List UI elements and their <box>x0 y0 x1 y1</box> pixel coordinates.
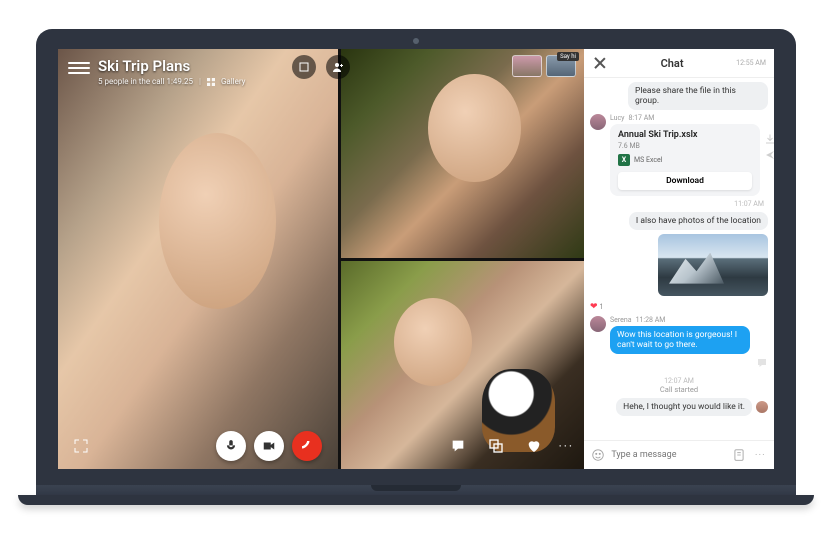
avatar[interactable] <box>590 114 606 130</box>
snapshot-button[interactable] <box>292 55 316 79</box>
top-center-controls <box>292 55 350 79</box>
chat-message-file: Lucy8:17 AM Annual Ski Trip.xslx 7.6 MB … <box>590 114 768 196</box>
file-size: 7.6 MB <box>618 142 752 150</box>
laptop-notch <box>371 485 461 491</box>
file-app-row: X MS Excel <box>618 154 752 166</box>
quote-icon[interactable] <box>756 354 768 373</box>
pip-badge: Say hi <box>557 52 579 61</box>
screen-bezel: Ski Trip Plans 5 people in the call 1:49… <box>36 29 796 485</box>
chat-composer: ··· <box>584 440 774 469</box>
file-attachment-card[interactable]: Annual Ski Trip.xslx 7.6 MB X MS Excel D… <box>610 124 760 196</box>
call-topbar: Ski Trip Plans 5 people in the call 1:49… <box>68 57 245 86</box>
fullscreen-button[interactable] <box>68 433 94 459</box>
message-bubble: I also have photos of the location <box>629 212 768 230</box>
file-name: Annual Ski Trip.xslx <box>618 130 752 140</box>
message-meta: Serena11:28 AM <box>610 316 768 324</box>
call-subtitle: 5 people in the call 1:49.25 | Gallery <box>98 77 245 86</box>
pip-thumb-self[interactable]: Say hi <box>546 55 576 77</box>
message-bubble: Hehe, I thought you would like it. <box>616 398 752 416</box>
more-options-button[interactable]: ··· <box>559 439 574 453</box>
read-receipt-avatar <box>756 401 768 413</box>
composer-more-button[interactable]: ··· <box>753 446 768 464</box>
pip-thumbnails: Say hi <box>512 55 576 77</box>
video-toggle-button[interactable] <box>254 431 284 461</box>
reaction-row[interactable]: ❤1 <box>590 302 768 312</box>
end-call-button[interactable] <box>292 431 322 461</box>
app-screen: Ski Trip Plans 5 people in the call 1:49… <box>58 49 774 469</box>
attach-button[interactable] <box>731 446 746 464</box>
chat-messages: Please share the file in this group. Luc… <box>584 78 774 440</box>
call-controls-bar: ··· <box>58 431 584 461</box>
laptop-base <box>36 485 796 505</box>
call-title: Ski Trip Plans <box>98 57 245 75</box>
forward-file-icon[interactable] <box>764 146 774 158</box>
system-message: 12:07 AM Call started <box>590 377 768 394</box>
message-bubble: Wow this location is gorgeous! I can't w… <box>610 326 750 354</box>
chat-header: Chat 12:55 AM <box>584 49 774 78</box>
avatar[interactable] <box>590 316 606 332</box>
participant-tile-2[interactable] <box>341 49 584 258</box>
mute-button[interactable] <box>216 431 246 461</box>
chat-message: Hehe, I thought you would like it. <box>590 398 768 416</box>
chat-panel: Chat 12:55 AM Please share the file in t… <box>584 49 774 469</box>
video-call-area: Ski Trip Plans 5 people in the call 1:49… <box>58 49 584 469</box>
message-input[interactable] <box>611 450 725 460</box>
hamburger-menu-icon[interactable] <box>68 57 90 79</box>
open-chat-button[interactable] <box>445 433 471 459</box>
gallery-icon <box>207 78 215 86</box>
participant-tile-1[interactable] <box>58 49 338 469</box>
chat-title: Chat <box>608 57 736 70</box>
view-mode-label: Gallery <box>221 77 246 86</box>
save-file-icon[interactable] <box>764 130 774 142</box>
close-chat-button[interactable] <box>592 55 608 71</box>
chat-message: Please share the file in this group. <box>590 82 768 110</box>
laptop-frame: Ski Trip Plans 5 people in the call 1:49… <box>36 29 796 505</box>
react-heart-button[interactable] <box>521 433 547 459</box>
webcam-dot <box>413 38 419 44</box>
participant-grid <box>58 49 584 469</box>
message-meta: Lucy8:17 AM <box>610 114 768 122</box>
excel-icon: X <box>618 154 630 166</box>
call-participant-count: 5 people in the call 1:49.25 <box>98 77 193 86</box>
time-divider: 11:07 AM <box>590 200 768 208</box>
chat-header-time: 12:55 AM <box>736 59 766 67</box>
share-screen-button[interactable] <box>483 433 509 459</box>
image-attachment[interactable] <box>658 234 768 296</box>
download-button[interactable]: Download <box>618 172 752 190</box>
add-person-button[interactable] <box>326 55 350 79</box>
emoji-button[interactable] <box>590 446 605 464</box>
pip-thumb-1[interactable] <box>512 55 542 77</box>
chat-message: I also have photos of the location <box>590 212 768 230</box>
message-bubble: Please share the file in this group. <box>628 82 768 110</box>
chat-message: Serena11:28 AM Wow this location is gorg… <box>590 316 768 373</box>
